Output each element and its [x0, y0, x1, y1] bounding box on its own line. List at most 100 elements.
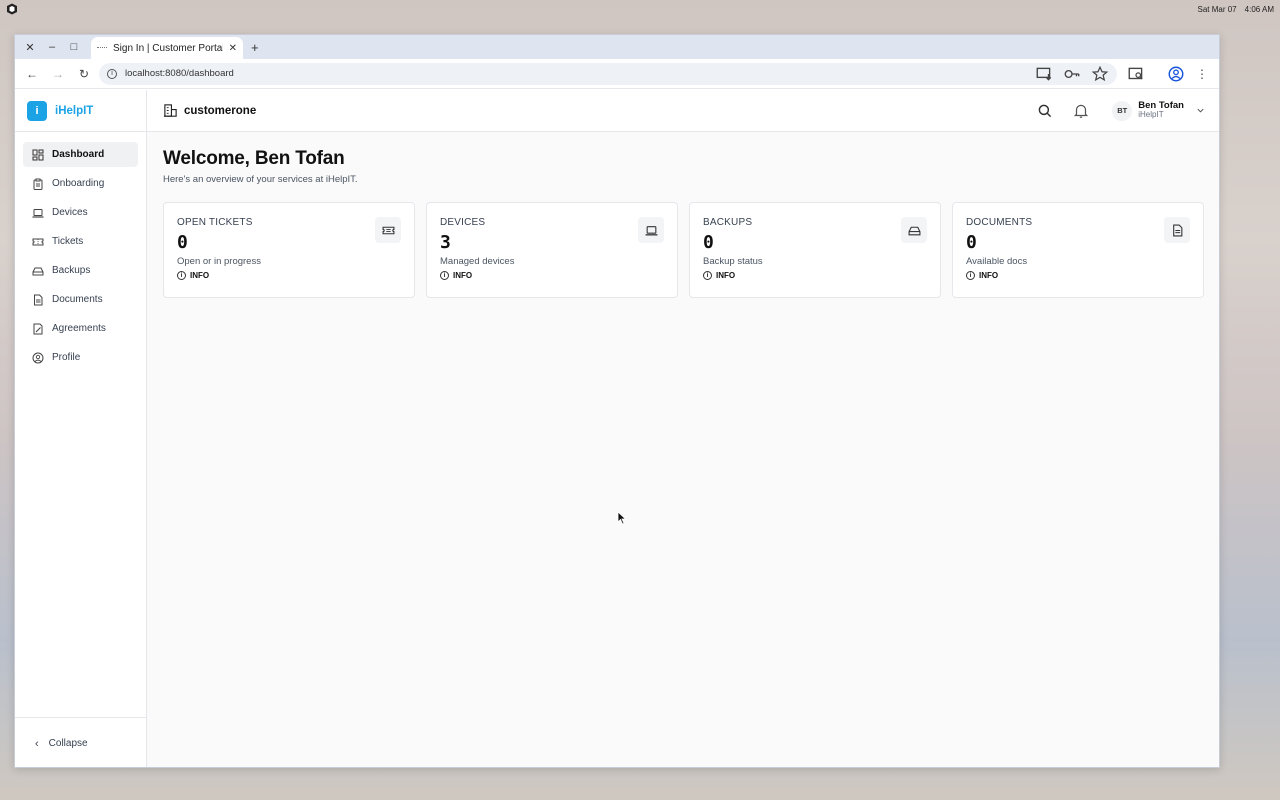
info-icon: i	[703, 271, 712, 280]
card-value: 3	[440, 232, 451, 253]
building-icon	[163, 104, 177, 117]
ticket-icon	[32, 238, 44, 245]
sidebar-item-backups[interactable]: Backups	[23, 258, 138, 283]
sidebar: i iHelpIT Dashboard Onboarding Devices T…	[15, 90, 147, 767]
tab-favicon-icon	[97, 47, 107, 49]
brand[interactable]: i iHelpIT	[15, 90, 146, 132]
laptop-icon	[638, 217, 664, 243]
card-value: 0	[177, 232, 188, 253]
tab-search-icon[interactable]	[1127, 65, 1145, 83]
window-minimize-icon[interactable]: ‒	[41, 36, 63, 58]
browser-toolbar: ← → ↻ i localhost:8080/dashboard ⋮	[15, 59, 1219, 89]
sidebar-item-label: Dashboard	[52, 149, 105, 160]
install-app-icon[interactable]	[1035, 65, 1053, 83]
tab-title: Sign In | Customer Portal	[113, 42, 223, 54]
sidebar-item-label: Agreements	[52, 323, 106, 334]
bell-icon[interactable]	[1072, 102, 1090, 120]
card-value: 0	[966, 232, 977, 253]
sidebar-nav: Dashboard Onboarding Devices Tickets Bac…	[15, 132, 146, 384]
clipboard-icon	[33, 178, 43, 190]
brand-logo: i	[27, 100, 47, 121]
tab-close-icon[interactable]: ✕	[229, 43, 237, 54]
user-menu[interactable]: BT Ben Tofan iHelpIT	[1112, 100, 1205, 121]
collapse-button[interactable]: ‹ Collapse	[15, 717, 146, 767]
sidebar-item-documents[interactable]: Documents	[23, 287, 138, 312]
sidebar-item-label: Devices	[52, 207, 88, 218]
card-label: OPEN TICKETS	[177, 217, 253, 228]
org-switcher[interactable]: customerone	[163, 103, 256, 118]
card-desc: Managed devices	[440, 256, 515, 267]
search-icon[interactable]	[1036, 102, 1054, 120]
sidebar-item-dashboard[interactable]: Dashboard	[23, 142, 138, 167]
sidebar-item-agreements[interactable]: Agreements	[23, 316, 138, 341]
stat-card-documents[interactable]: DOCUMENTS 0 Available docs i INFO	[952, 202, 1204, 298]
agreement-icon	[33, 323, 43, 334]
password-key-icon[interactable]	[1063, 65, 1081, 83]
browser-tab[interactable]: Sign In | Customer Portal ✕	[91, 37, 243, 59]
stat-card-backups[interactable]: BACKUPS 0 Backup status i INFO	[689, 202, 941, 298]
sidebar-item-tickets[interactable]: Tickets	[23, 229, 138, 254]
info-icon: i	[440, 271, 449, 280]
chevron-left-icon: ‹	[35, 737, 39, 750]
window-maximize-icon[interactable]: □	[63, 36, 85, 58]
status-badge: i INFO	[440, 271, 664, 280]
ticket-icon	[375, 217, 401, 243]
site-info-icon[interactable]: i	[107, 68, 117, 79]
card-label: DEVICES	[440, 217, 486, 228]
avatar: BT	[1112, 100, 1133, 121]
app-root: i iHelpIT Dashboard Onboarding Devices T…	[15, 90, 1219, 767]
profile-icon[interactable]	[1167, 65, 1185, 83]
sidebar-item-label: Profile	[52, 352, 81, 363]
info-icon: i	[177, 271, 186, 280]
card-tag-label: INFO	[190, 271, 210, 280]
main-area: customerone BT Ben Tofan iHelpIT Welcome…	[147, 90, 1219, 767]
reload-icon[interactable]: ↻	[73, 63, 95, 85]
desktop-top-bar: Sat Mar 07 4:06 AM	[0, 0, 1280, 18]
bookmark-star-icon[interactable]	[1091, 65, 1109, 83]
laptop-icon	[32, 208, 44, 218]
info-icon: i	[966, 271, 975, 280]
card-desc: Open or in progress	[177, 256, 261, 267]
stat-cards: OPEN TICKETS 0 Open or in progress i INFO…	[163, 202, 1205, 298]
stat-card-devices[interactable]: DEVICES 3 Managed devices i INFO	[426, 202, 678, 298]
card-tag-label: INFO	[453, 271, 473, 280]
desktop-date: Sat Mar 07	[1197, 4, 1237, 14]
stat-card-open-tickets[interactable]: OPEN TICKETS 0 Open or in progress i INFO	[163, 202, 415, 298]
card-value: 0	[703, 232, 714, 253]
user-org: iHelpIT	[1138, 110, 1164, 120]
sidebar-item-label: Onboarding	[52, 178, 105, 189]
mouse-cursor-icon	[617, 511, 627, 525]
document-icon	[34, 294, 43, 305]
document-icon	[1164, 217, 1190, 243]
sidebar-item-label: Backups	[52, 265, 91, 276]
dashboard-content: Welcome, Ben Tofan Here's an overview of…	[147, 132, 1219, 314]
sidebar-item-profile[interactable]: Profile	[23, 345, 138, 370]
org-name: customerone	[184, 104, 257, 117]
browser-menu-icon[interactable]: ⋮	[1191, 63, 1213, 85]
status-badge: i INFO	[966, 271, 1190, 280]
sidebar-item-label: Tickets	[52, 236, 84, 247]
collapse-label: Collapse	[48, 738, 88, 749]
sidebar-item-label: Documents	[52, 294, 103, 305]
hard-drive-icon	[32, 267, 44, 275]
forward-icon[interactable]: →	[47, 63, 69, 85]
top-header: customerone BT Ben Tofan iHelpIT	[147, 90, 1219, 132]
page-subtitle: Here's an overview of your services at i…	[163, 174, 358, 185]
os-logo-icon[interactable]	[6, 3, 18, 15]
card-tag-label: INFO	[716, 271, 736, 280]
hard-drive-icon	[901, 217, 927, 243]
card-tag-label: INFO	[979, 271, 999, 280]
sidebar-item-onboarding[interactable]: Onboarding	[23, 171, 138, 196]
new-tab-icon[interactable]: +	[251, 40, 259, 55]
sidebar-item-devices[interactable]: Devices	[23, 200, 138, 225]
card-label: BACKUPS	[703, 217, 753, 228]
address-bar[interactable]: i localhost:8080/dashboard	[99, 62, 1117, 85]
tab-strip: ✕ ‒ □ Sign In | Customer Portal ✕ +	[15, 35, 1219, 59]
status-badge: i INFO	[703, 271, 927, 280]
back-icon[interactable]: ←	[21, 63, 43, 85]
dashboard-icon	[32, 149, 44, 160]
window-close-icon[interactable]: ✕	[19, 36, 41, 58]
brand-name: iHelpIT	[55, 104, 94, 117]
user-circle-icon	[32, 352, 44, 363]
card-desc: Available docs	[966, 256, 1028, 267]
